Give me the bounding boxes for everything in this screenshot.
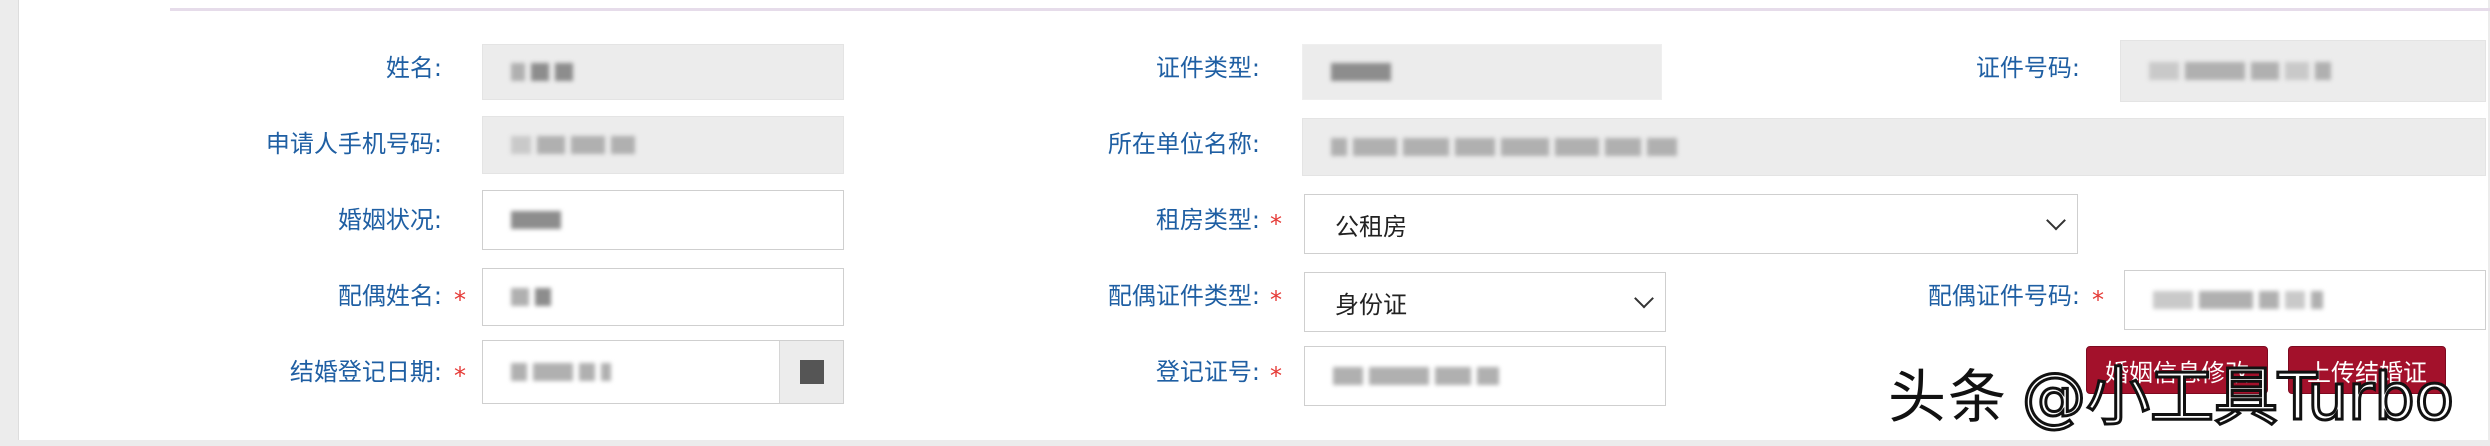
name-value-redacted [511, 57, 573, 87]
id-type-value-redacted [1331, 57, 1391, 87]
rental-type-label: 租房类型: [1155, 206, 1260, 234]
spouse-id-type-required-mark: * [1270, 286, 1282, 314]
spouse-id-type-value: 身份证 [1335, 290, 1407, 319]
phone-field[interactable] [482, 116, 844, 174]
marriage-date-required-mark: * [454, 362, 466, 390]
marriage-date-input[interactable] [482, 340, 844, 404]
marriage-cert-number-input[interactable] [1304, 346, 1666, 406]
employer-field[interactable] [1302, 118, 2486, 176]
calendar-glyph [799, 360, 824, 384]
marital-status-value-redacted [511, 205, 561, 235]
rental-type-select[interactable]: 公租房 [1304, 194, 2078, 254]
spouse-id-number-label: 配偶证件号码: [1927, 282, 2080, 310]
marriage-date-label: 结婚登记日期: [289, 358, 442, 386]
marriage-cert-number-value-redacted [1333, 361, 1499, 391]
edit-marriage-info-button[interactable]: 婚姻信息修改 [2086, 346, 2268, 394]
id-type-label: 证件类型: [1155, 54, 1260, 82]
marital-status-field[interactable] [482, 190, 844, 250]
spouse-name-value-redacted [511, 282, 551, 312]
phone-label: 申请人手机号码: [265, 130, 442, 158]
id-number-label: 证件号码: [1975, 54, 2080, 82]
chevron-down-icon [2046, 210, 2066, 231]
employer-value-redacted [1331, 132, 1677, 162]
upload-marriage-cert-button[interactable]: 上传结婚证 [2288, 346, 2446, 394]
calendar-icon[interactable] [779, 341, 843, 403]
spouse-id-number-value-redacted [2153, 285, 2323, 315]
phone-value-redacted [511, 130, 635, 160]
marriage-cert-number-label: 登记证号: [1155, 358, 1260, 386]
marital-status-label: 婚姻状况: [337, 206, 442, 234]
marriage-date-value-redacted [511, 357, 611, 387]
spouse-id-number-required-mark: * [2092, 286, 2104, 314]
id-type-field[interactable] [1302, 44, 1662, 100]
top-divider [170, 8, 2490, 11]
spouse-id-type-label: 配偶证件类型: [1107, 282, 1260, 310]
rental-type-value: 公租房 [1335, 212, 1407, 241]
marriage-cert-number-required-mark: * [1270, 362, 1282, 390]
spouse-name-required-mark: * [454, 286, 466, 314]
employer-label: 所在单位名称: [1107, 130, 1260, 158]
spouse-name-label: 配偶姓名: [337, 282, 442, 310]
chevron-down-icon [1634, 288, 1654, 309]
id-number-value-redacted [2149, 56, 2331, 86]
name-label: 姓名: [385, 54, 442, 82]
spouse-id-number-input[interactable] [2124, 270, 2486, 330]
spouse-id-type-select[interactable]: 身份证 [1304, 272, 1666, 332]
spouse-name-input[interactable] [482, 268, 844, 326]
name-field[interactable] [482, 44, 844, 100]
rental-type-required-mark: * [1270, 210, 1282, 238]
id-number-field[interactable] [2120, 40, 2486, 102]
